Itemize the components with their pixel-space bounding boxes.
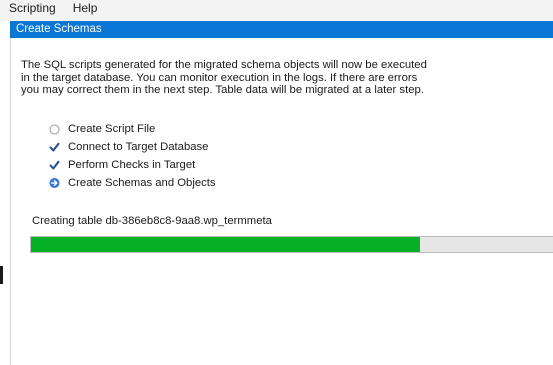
arrow-right-icon bbox=[49, 177, 60, 189]
progress-fill bbox=[31, 237, 420, 252]
step-perform-checks: Perform Checks in Target bbox=[49, 156, 216, 174]
step-label: Create Schemas and Objects bbox=[68, 177, 216, 189]
description-text: The SQL scripts generated for the migrat… bbox=[21, 59, 427, 97]
step-label: Perform Checks in Target bbox=[68, 159, 196, 171]
checkmark-icon bbox=[49, 160, 60, 171]
menu-help[interactable]: Help bbox=[69, 1, 102, 15]
window-edge-marker bbox=[0, 266, 3, 284]
task-list: Create Script File Connect to Target Dat… bbox=[49, 120, 216, 192]
step-label: Create Script File bbox=[68, 123, 156, 135]
status-text: Creating table db-386eb8c8-9aa8.wp_termm… bbox=[32, 215, 272, 227]
empty-radio-icon bbox=[49, 124, 60, 135]
step-create-schemas: Create Schemas and Objects bbox=[49, 174, 216, 192]
step-label: Connect to Target Database bbox=[68, 141, 209, 153]
menu-bar: Scripting Help bbox=[0, 0, 553, 16]
step-connect-target: Connect to Target Database bbox=[49, 138, 216, 156]
progress-bar bbox=[30, 236, 553, 253]
description-line: you may correct them in the next step. T… bbox=[21, 84, 424, 96]
step-create-script-file: Create Script File bbox=[49, 120, 216, 138]
description-line: in the target database. You can monitor … bbox=[21, 71, 418, 84]
app-window: Scripting Help Create Schemas The SQL sc… bbox=[0, 0, 553, 365]
checkmark-icon bbox=[49, 142, 60, 153]
menu-scripting[interactable]: Scripting bbox=[5, 1, 60, 15]
description-line: The SQL scripts generated for the migrat… bbox=[21, 59, 427, 71]
panel-title: Create Schemas bbox=[10, 21, 553, 38]
